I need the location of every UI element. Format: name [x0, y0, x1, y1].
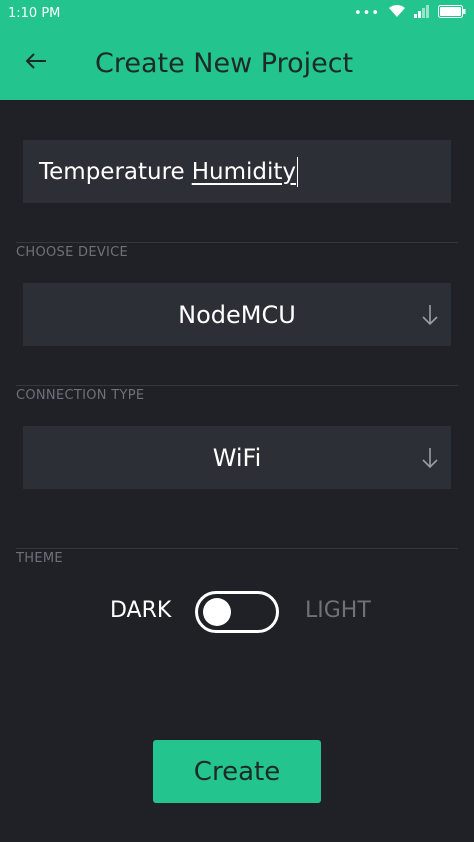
create-button[interactable]: Create: [153, 740, 321, 803]
project-name-word2: Humidity: [191, 158, 296, 185]
divider: [16, 548, 458, 549]
signal-icon: [414, 4, 430, 22]
theme-switch-row: DARK LIGHT: [0, 588, 474, 636]
back-button[interactable]: [0, 26, 72, 100]
arrow-left-icon: [24, 52, 48, 74]
project-name-word1: Temperature: [39, 158, 185, 185]
toggle-knob: [203, 598, 231, 626]
theme-toggle[interactable]: [195, 591, 279, 633]
choose-device-label: CHOOSE DEVICE: [16, 245, 129, 260]
device-value: NodeMCU: [178, 300, 296, 329]
connection-type-select[interactable]: WiFi: [23, 426, 451, 489]
divider: [16, 385, 458, 386]
create-project-screen: 1:10 PM ••• Create New Project Temperatu…: [0, 0, 474, 842]
text-cursor: [297, 156, 298, 187]
arrow-down-icon: [419, 302, 441, 328]
status-icons: •••: [354, 4, 466, 22]
wifi-icon: [388, 4, 406, 22]
page-title: Create New Project: [95, 47, 354, 79]
theme-dark-label[interactable]: DARK: [110, 598, 171, 623]
connection-type-label: CONNECTION TYPE: [16, 388, 145, 403]
connection-value: WiFi: [212, 443, 262, 472]
notification-dots: •••: [353, 5, 380, 21]
theme-light-label[interactable]: LIGHT: [305, 598, 371, 623]
app-bar: Create New Project: [0, 26, 474, 100]
battery-icon: [438, 4, 466, 22]
device-select[interactable]: NodeMCU: [23, 283, 451, 346]
project-name-input[interactable]: Temperature Humidity: [23, 140, 451, 203]
divider: [16, 242, 458, 243]
arrow-down-icon: [419, 445, 441, 471]
theme-label: THEME: [16, 551, 63, 566]
status-bar: 1:10 PM •••: [0, 0, 474, 26]
status-time: 1:10 PM: [8, 5, 61, 21]
